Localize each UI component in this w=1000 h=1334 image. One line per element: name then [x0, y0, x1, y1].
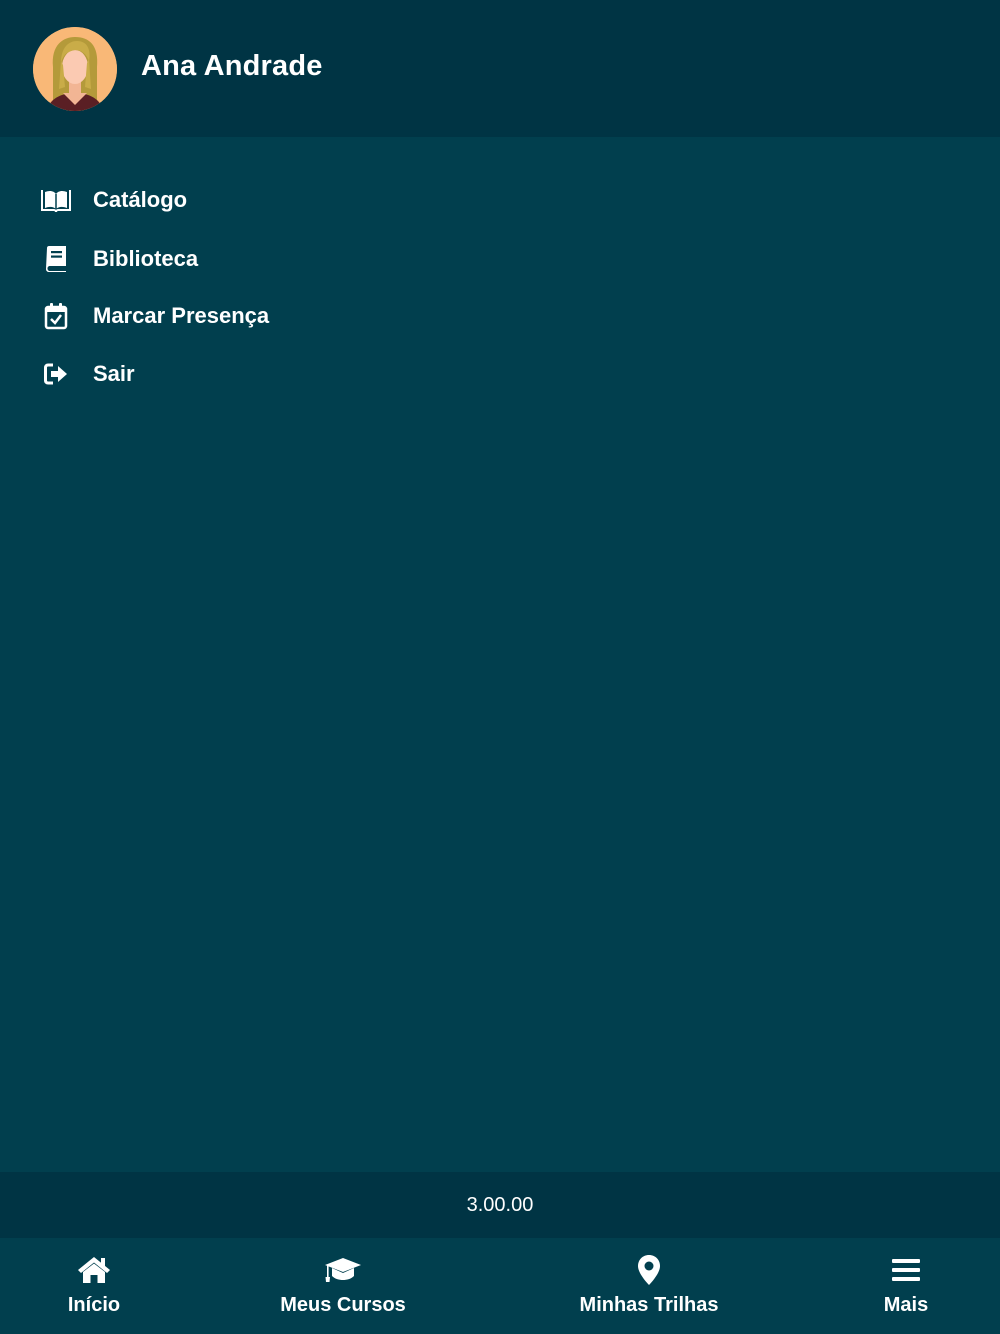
hamburger-menu-icon: [886, 1252, 926, 1288]
tab-meus-cursos[interactable]: Meus Cursos: [280, 1252, 406, 1317]
menu-item-label: Catálogo: [93, 187, 188, 212]
tab-inicio[interactable]: Início: [54, 1252, 134, 1317]
tab-minhas-trilhas[interactable]: Minhas Trilhas: [580, 1252, 718, 1317]
menu-item-label: Sair: [93, 361, 135, 386]
menu-item-label: Biblioteca: [93, 246, 199, 271]
menu-item-sair[interactable]: Sair: [40, 354, 135, 394]
user-name: Ana Andrade: [141, 50, 323, 82]
tab-label: Meus Cursos: [280, 1294, 406, 1316]
user-avatar-icon: [33, 27, 117, 111]
sign-out-icon: [40, 358, 72, 390]
home-icon: [74, 1252, 114, 1288]
graduation-cap-icon: [323, 1252, 363, 1288]
tab-label: Mais: [883, 1294, 929, 1316]
map-pin-icon: [629, 1252, 669, 1288]
menu-item-marcar-presenca[interactable]: Marcar Presença: [40, 296, 269, 336]
tab-label: Minhas Trilhas: [579, 1294, 719, 1316]
app-root: Ana Andrade Catálogo Biblioteca Marcar P…: [0, 0, 1000, 1334]
tab-mais[interactable]: Mais: [866, 1252, 946, 1317]
version-bar: 3.00.00: [0, 1172, 1000, 1238]
book-icon: [40, 243, 72, 275]
profile-header: Ana Andrade: [0, 0, 1000, 137]
open-book-icon: [40, 184, 72, 216]
menu-item-label: Marcar Presença: [93, 303, 270, 328]
menu-item-biblioteca[interactable]: Biblioteca: [40, 239, 198, 279]
menu-item-catalogo[interactable]: Catálogo: [40, 180, 187, 220]
app-version: 3.00.00: [466, 1193, 534, 1216]
calendar-check-icon: [40, 300, 72, 332]
tab-label: Início: [67, 1294, 121, 1316]
bottom-tab-bar: Início Meus Cursos Minhas Trilhas Mais: [0, 1238, 1000, 1334]
avatar[interactable]: [33, 27, 117, 111]
